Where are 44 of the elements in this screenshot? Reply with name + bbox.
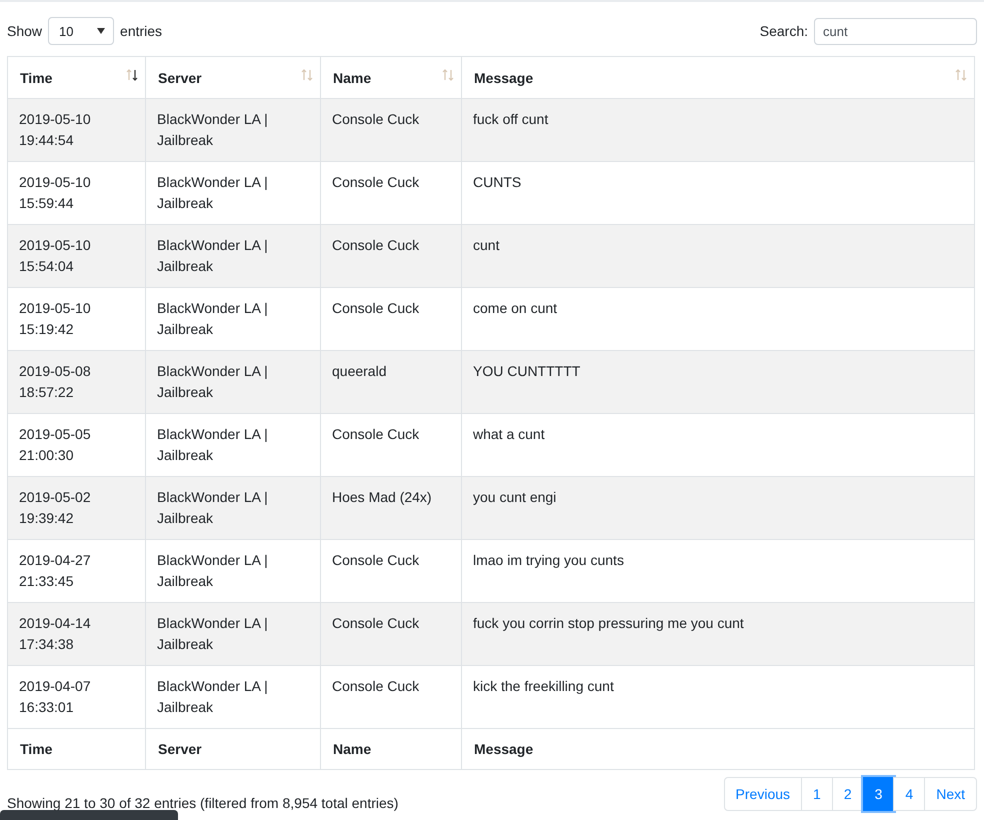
table-cell: cunt [462,224,974,288]
column-header[interactable]: Message [462,56,974,98]
column-footer: Time [8,728,146,770]
table-cell: BlackWonder LA | Jailbreak [146,98,320,162]
search-field[interactable]: cunt [814,18,977,44]
entries-select[interactable]: 10 [48,17,114,45]
page-button[interactable]: 2 [832,777,864,811]
table-cell: 2019-05-08 18:57:22 [8,350,146,414]
page-button[interactable]: 4 [893,777,926,811]
table-cell: YOU CUNTTTTT [462,350,974,414]
column-footer: Message [462,728,974,770]
table-cell: queerald [320,350,462,414]
table-cell: BlackWonder LA | Jailbreak [146,476,320,540]
column-header[interactable]: Time [8,56,146,98]
table-cell: Console Cuck [320,666,462,728]
column-footer: Server [146,728,320,770]
table-cell: BlackWonder LA | Jailbreak [146,224,320,288]
page-button[interactable]: 3 [862,777,894,811]
entries-label: entries [120,23,162,39]
table-cell: BlackWonder LA | Jailbreak [146,666,320,728]
table-cell: fuck you corrin stop pressuring me you cunt [462,602,974,666]
table-cell: BlackWonder LA | Jailbreak [146,602,320,666]
table-cell: fuck off cunt [462,98,974,162]
table-cell: Console Cuck [320,98,462,162]
table-cell: 2019-05-02 19:39:42 [8,476,146,540]
table-cell: BlackWonder LA | Jailbreak [146,350,320,414]
search-label: Search: [760,23,808,39]
column-footer: Name [320,728,462,770]
table-cell: 2019-04-07 16:33:01 [8,666,146,728]
table-cell: 2019-04-14 17:34:38 [8,602,146,666]
table-cell: you cunt engi [462,476,974,540]
table-cell: 2019-05-10 15:54:04 [8,224,146,288]
table-cell: Hoes Mad (24x) [320,476,462,540]
column-header[interactable]: Server [146,56,320,98]
table-cell: kick the freekilling cunt [462,666,974,728]
page-button[interactable]: 1 [801,777,833,811]
show-label: Show [7,23,42,39]
table-cell: Console Cuck [320,602,462,666]
caret-icon [97,28,106,34]
entries-info: Showing 21 to 30 of 32 entries (filtered from 8,954 total entries) [7,795,398,811]
page-button[interactable]: Next [924,777,977,811]
table-cell: Console Cuck [320,224,462,288]
table-cell: 2019-05-10 19:44:54 [8,98,146,162]
page-button[interactable]: Previous [724,777,802,811]
